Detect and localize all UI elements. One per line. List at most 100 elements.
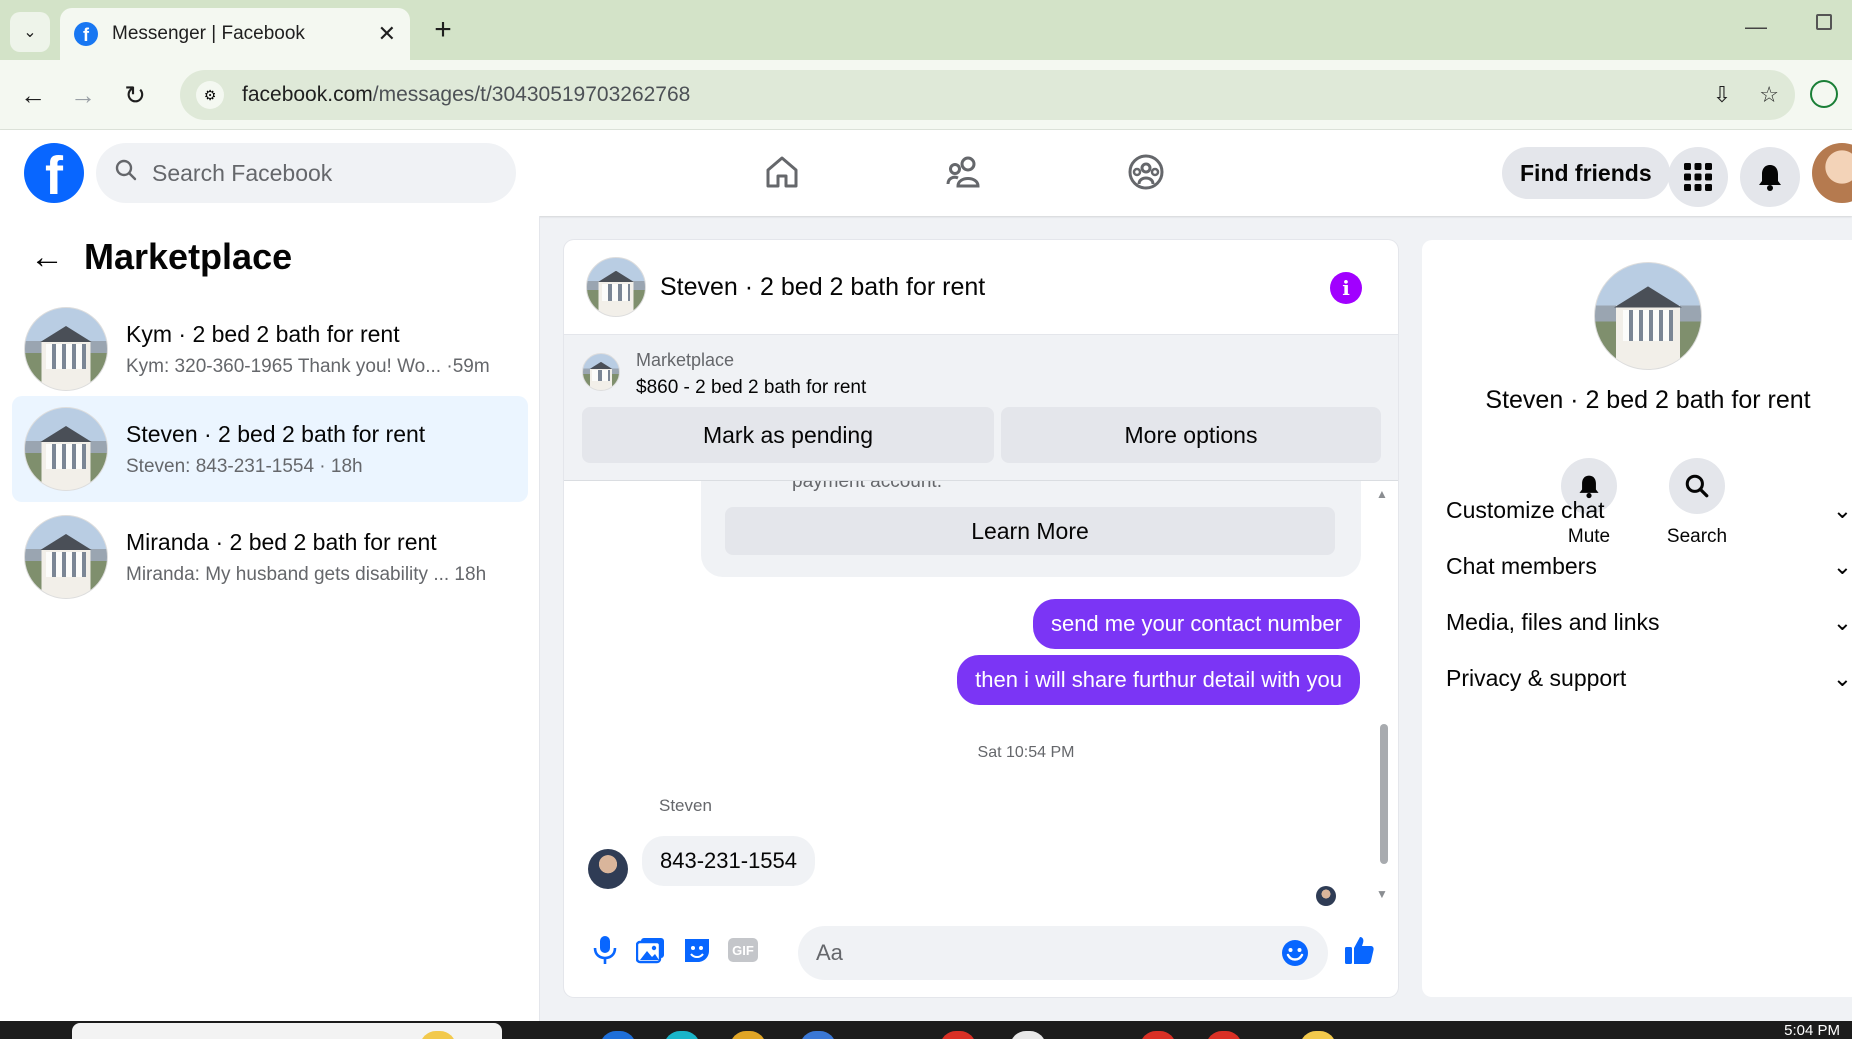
- chat-avatar[interactable]: [586, 257, 646, 317]
- section-label: Chat members: [1446, 552, 1597, 579]
- scroll-up-icon[interactable]: ▲: [1376, 487, 1388, 501]
- incoming-message[interactable]: 843-231-1554: [642, 836, 816, 886]
- section-label: Privacy & support: [1446, 664, 1627, 691]
- section-label: Media, files and links: [1446, 608, 1660, 635]
- conversation-name: Kym · 2 bed 2 bath for rent: [126, 320, 400, 347]
- window-minimize-button[interactable]: —: [1745, 14, 1767, 40]
- chevron-down-icon: ⌄: [1832, 608, 1852, 635]
- forward-arrow-icon[interactable]: →: [66, 78, 100, 112]
- read-receipt-avatar: [1316, 886, 1336, 906]
- outgoing-message[interactable]: then i will share furthur detail with yo…: [957, 655, 1360, 705]
- menu-grid-icon[interactable]: [1668, 147, 1728, 207]
- address-bar[interactable]: ⚙ facebook.com/messages/t/30430519703262…: [180, 70, 1795, 120]
- facebook-favicon-icon: f: [74, 22, 98, 46]
- search-icon: [114, 158, 138, 188]
- panel-title: Marketplace: [84, 236, 293, 277]
- facebook-logo[interactable]: f: [24, 143, 84, 203]
- new-tab-button[interactable]: +: [425, 12, 461, 48]
- site-info-icon[interactable]: ⚙: [196, 81, 224, 109]
- info-icon[interactable]: i: [1330, 272, 1362, 304]
- chat-details-avatar[interactable]: [1594, 262, 1702, 370]
- message-composer: GIF: [564, 911, 1398, 997]
- thread-scrollbar[interactable]: ▲ ▼: [1376, 481, 1390, 911]
- tab-close-icon[interactable]: ✕: [378, 21, 396, 47]
- listing-thumbnail: [24, 515, 108, 599]
- home-icon[interactable]: [762, 152, 802, 192]
- back-arrow-icon[interactable]: ←: [30, 238, 64, 277]
- bookmark-star-icon[interactable]: ☆: [1759, 82, 1779, 108]
- message-thread: payment account. Learn More send me your…: [564, 481, 1398, 911]
- listing-thumbnail: [24, 407, 108, 491]
- emoji-icon[interactable]: [1280, 938, 1310, 968]
- message-input[interactable]: [816, 940, 1280, 966]
- url-domain: facebook.com: [242, 83, 373, 106]
- conversation-name: Miranda · 2 bed 2 bath for rent: [126, 528, 437, 555]
- learn-more-button[interactable]: Learn More: [725, 507, 1335, 555]
- tab-search-button[interactable]: ⌄: [10, 12, 50, 52]
- sender-name: Steven: [659, 796, 712, 815]
- chevron-down-icon: ⌄: [1832, 552, 1852, 579]
- facebook-search-input[interactable]: [152, 159, 498, 187]
- back-arrow-icon[interactable]: ←: [16, 78, 50, 112]
- listing-title[interactable]: $860 - 2 bed 2 bath for rent: [636, 377, 866, 399]
- browser-tab-messenger[interactable]: f Messenger | Facebook ✕: [60, 8, 410, 60]
- more-options-button[interactable]: More options: [1001, 407, 1381, 463]
- listing-thumbnail[interactable]: [582, 353, 620, 391]
- gif-icon[interactable]: GIF: [726, 933, 760, 967]
- chat-details-panel: Steven · 2 bed 2 bath for rent Mute Sear…: [1422, 240, 1852, 997]
- url-text[interactable]: facebook.com/messages/t/3043051970326276…: [242, 83, 1685, 107]
- notifications-bell-icon[interactable]: [1740, 147, 1800, 207]
- facebook-header: f Find friends: [0, 130, 1852, 216]
- browser-toolbar: ← → ↻ ⚙ facebook.com/messages/t/30430519…: [0, 60, 1852, 130]
- marketplace-listing-banner: Marketplace $860 - 2 bed 2 bath for rent…: [564, 335, 1398, 481]
- facebook-search-box[interactable]: [96, 143, 516, 203]
- chat-header: Steven · 2 bed 2 bath for rent i: [564, 240, 1398, 335]
- groups-icon[interactable]: [1126, 152, 1166, 192]
- system-message-text: payment account.: [792, 481, 942, 492]
- chevron-down-icon: ⌄: [1832, 664, 1852, 691]
- conversation-item-miranda[interactable]: Miranda · 2 bed 2 bath for rent Miranda:…: [12, 504, 528, 610]
- marketplace-label: Marketplace: [636, 350, 735, 370]
- conversation-list-panel: ← Marketplace Kym · 2 bed 2 bath for ren…: [0, 216, 540, 1021]
- details-title: Steven · 2 bed 2 bath for rent: [1485, 386, 1811, 414]
- outgoing-message[interactable]: send me your contact number: [1032, 599, 1360, 649]
- section-media-files-links[interactable]: Media, files and links ⌄: [1446, 602, 1852, 642]
- conversation-name: Steven · 2 bed 2 bath for rent: [126, 420, 426, 447]
- chat-title[interactable]: Steven · 2 bed 2 bath for rent: [660, 273, 985, 302]
- find-friends-button[interactable]: Find friends: [1502, 147, 1670, 199]
- install-app-icon[interactable]: ⇩: [1713, 82, 1731, 108]
- conversation-snippet: Miranda: My husband gets disability ... …: [126, 563, 487, 585]
- message-input-box[interactable]: [798, 926, 1328, 980]
- sticker-icon[interactable]: [680, 933, 714, 967]
- section-label: Customize chat: [1446, 496, 1605, 523]
- mark-as-pending-button[interactable]: Mark as pending: [582, 407, 994, 463]
- reload-icon[interactable]: ↻: [118, 78, 152, 112]
- photo-icon[interactable]: [634, 933, 668, 967]
- chat-window: Steven · 2 bed 2 bath for rent i Marketp…: [564, 240, 1398, 997]
- thumbs-up-icon[interactable]: [1342, 933, 1376, 967]
- microphone-icon[interactable]: [588, 933, 622, 967]
- taskbar-clock[interactable]: 5:04 PM: [1784, 1022, 1840, 1039]
- conversation-item-steven[interactable]: Steven · 2 bed 2 bath for rent Steven: 8…: [12, 396, 528, 502]
- sender-avatar[interactable]: [588, 849, 628, 889]
- section-chat-members[interactable]: Chat members ⌄: [1446, 546, 1852, 586]
- window-restore-button[interactable]: [1816, 14, 1832, 30]
- chevron-down-icon: ⌄: [1832, 496, 1852, 523]
- url-path: /messages/t/30430519703262768: [372, 83, 691, 106]
- friends-icon[interactable]: [944, 152, 984, 192]
- conversation-snippet: Steven: 843-231-1554 · 18h: [126, 455, 363, 477]
- svg-text:GIF: GIF: [732, 943, 754, 958]
- profile-avatar[interactable]: [1812, 143, 1852, 203]
- scroll-thumb[interactable]: [1380, 724, 1388, 864]
- scroll-down-icon[interactable]: ▼: [1376, 887, 1388, 901]
- section-privacy-support[interactable]: Privacy & support ⌄: [1446, 658, 1852, 698]
- browser-tab-bar: ⌄ f Messenger | Facebook ✕ + —: [0, 0, 1852, 60]
- system-message-card: payment account. Learn More: [701, 481, 1361, 577]
- section-customize-chat[interactable]: Customize chat ⌄: [1446, 490, 1852, 530]
- conversation-item-kym[interactable]: Kym · 2 bed 2 bath for rent Kym: 320-360…: [12, 296, 528, 402]
- message-timestamp: Sat 10:54 PM: [977, 744, 1075, 761]
- tab-title: Messenger | Facebook: [112, 23, 305, 44]
- conversation-snippet: Kym: 320-360-1965 Thank you! Wo... ·59m: [126, 355, 490, 377]
- browser-profile-icon[interactable]: [1810, 80, 1838, 108]
- listing-thumbnail: [24, 307, 108, 391]
